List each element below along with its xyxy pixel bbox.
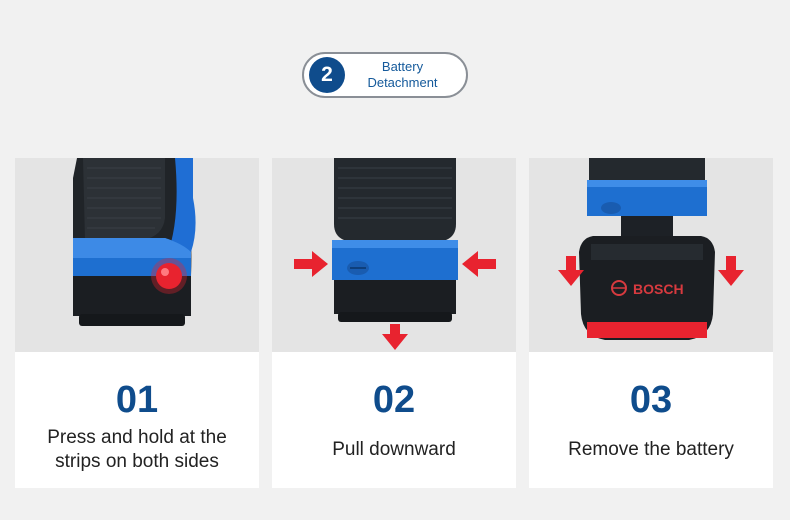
- step-3-text-line1: Remove the battery: [568, 439, 734, 460]
- step-card-2: 02 Pull downward: [272, 158, 516, 488]
- section-title-line2: Detachment: [367, 75, 438, 90]
- step-2-text-line1: Pull downward: [332, 439, 456, 460]
- step-1-text-line2: strips on both sides: [55, 451, 219, 472]
- step-card-1: 01 Press and hold at the strips on both …: [15, 158, 259, 488]
- step-2-number: 02: [372, 379, 416, 421]
- step-1-image: [15, 158, 259, 352]
- section-title: Battery Detachment: [345, 59, 466, 91]
- step-3-description: Remove the battery: [535, 438, 767, 462]
- brand-logo: BOSCH: [633, 281, 684, 297]
- step-1-number: 01: [115, 379, 159, 421]
- step-3-image: BOSCH: [529, 158, 773, 352]
- press-point-icon: [151, 258, 187, 294]
- step-2-description: Pull downward: [278, 438, 510, 462]
- step-badge: 2: [309, 57, 345, 93]
- step-3-number: 03: [629, 379, 673, 421]
- section-header: 2 Battery Detachment: [302, 52, 468, 98]
- section-title-line1: Battery: [381, 59, 424, 74]
- step-1-text-line1: Press and hold at the: [47, 427, 227, 448]
- step-1-description: Press and hold at the strips on both sid…: [21, 426, 253, 474]
- step-card-3: BOSCH 03 Remove the battery: [529, 158, 773, 488]
- step-2-image: [272, 158, 516, 352]
